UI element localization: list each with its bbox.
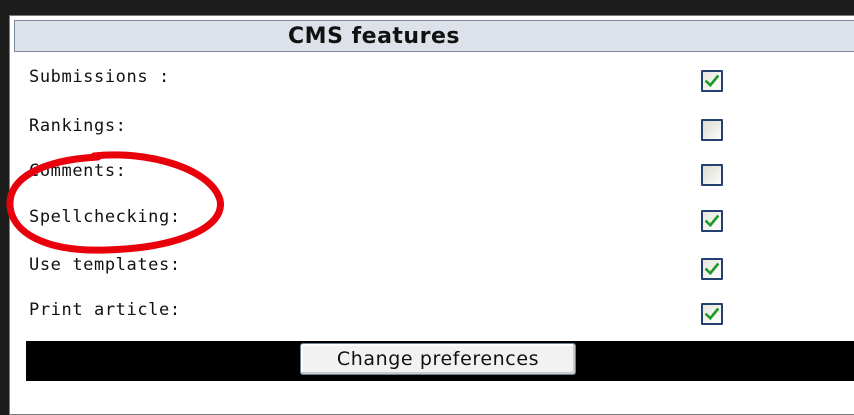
checkmark-icon — [704, 214, 720, 228]
feature-row-spellchecking: Spellchecking: — [10, 204, 850, 234]
submissions-checkbox[interactable] — [701, 70, 723, 92]
comments-label: Comments: — [29, 161, 127, 181]
feature-row-rankings: Rankings: — [10, 113, 850, 143]
checkmark-icon — [704, 74, 720, 88]
comments-checkbox[interactable] — [701, 164, 723, 186]
spellchecking-checkbox[interactable] — [701, 210, 723, 232]
rankings-checkbox[interactable] — [701, 119, 723, 141]
use-templates-label: Use templates: — [29, 255, 181, 275]
panel-title: CMS features — [288, 23, 460, 49]
panel-header: CMS features — [14, 20, 854, 52]
change-preferences-button[interactable]: Change preferences — [300, 343, 576, 375]
rankings-label: Rankings: — [29, 116, 127, 136]
use-templates-checkbox[interactable] — [701, 258, 723, 280]
feature-row-submissions: Submissions : — [10, 64, 850, 94]
feature-row-use-templates: Use templates: — [10, 252, 850, 282]
feature-row-comments: Comments: — [10, 158, 850, 188]
submissions-label: Submissions : — [29, 67, 170, 87]
cms-features-panel: CMS features Submissions : Rankings: Com… — [9, 15, 854, 415]
spellchecking-label: Spellchecking: — [29, 207, 181, 227]
checkmark-icon — [704, 307, 720, 321]
print-article-label: Print article: — [29, 300, 181, 320]
print-article-checkbox[interactable] — [701, 303, 723, 325]
checkmark-icon — [704, 262, 720, 276]
button-bar: Change preferences — [26, 341, 854, 381]
feature-row-print-article: Print article: — [10, 297, 850, 327]
